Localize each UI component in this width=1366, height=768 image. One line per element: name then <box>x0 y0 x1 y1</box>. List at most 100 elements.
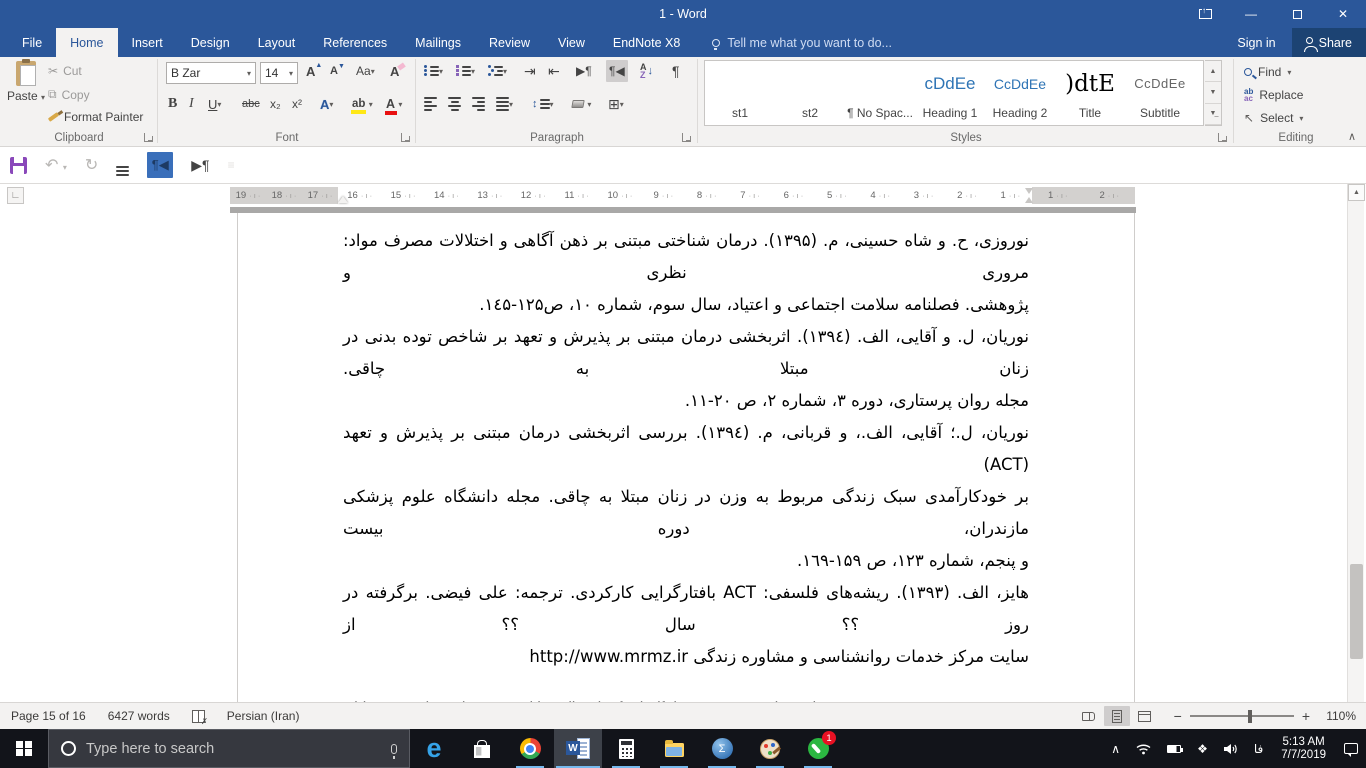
zoom-in-icon[interactable]: + <box>1302 708 1310 724</box>
save-icon[interactable] <box>10 157 27 174</box>
scrollbar-thumb[interactable] <box>1350 564 1363 659</box>
paragraph-dialog-launcher-icon[interactable] <box>682 133 691 142</box>
undo-icon[interactable]: ↶ ▾ <box>45 155 67 175</box>
style-subtitle[interactable]: CcDdEeSubtitle <box>1125 61 1195 125</box>
page-indicator[interactable]: Page 15 of 16 <box>0 709 97 723</box>
tab-design[interactable]: Design <box>177 28 244 57</box>
reference-line[interactable]: سایت مرکز خدمات روانشناسی و مشاوره زندگی… <box>343 641 1029 673</box>
dropbox-icon[interactable]: ❖ <box>1189 729 1216 768</box>
borders-icon[interactable]: ⊞ ▾ <box>608 93 624 115</box>
multilevel-list-icon[interactable]: ▾ <box>488 60 507 82</box>
numbering-icon[interactable]: ▾ <box>456 60 475 82</box>
tab-file[interactable]: File <box>8 28 56 57</box>
format-painter-button[interactable]: Format Painter <box>48 110 143 124</box>
tray-language-indicator[interactable]: فا <box>1246 729 1271 768</box>
bullets-icon[interactable]: ▾ <box>424 60 443 82</box>
change-case-icon[interactable]: Aa ▾ <box>356 60 375 82</box>
style-scroll-up-icon[interactable]: ▲ <box>1205 61 1221 82</box>
underline-icon[interactable]: U ▾ <box>208 93 221 115</box>
sort-icon[interactable]: AZ↓ <box>640 60 653 82</box>
tab-layout[interactable]: Layout <box>244 28 310 57</box>
zoom-level[interactable]: 110% <box>1322 709 1356 723</box>
text-effects-icon[interactable]: A ▾ <box>320 93 333 115</box>
reference-line[interactable]: پژوهشی. فصلنامه سلامت اجتماعی و اعتیاد، … <box>343 289 1029 321</box>
indent-marker-right-icon[interactable] <box>1025 188 1034 203</box>
grow-font-icon[interactable]: A▲ <box>306 60 322 82</box>
style-heading-1[interactable]: cDdEeHeading 1 <box>915 61 985 125</box>
tell-me-box[interactable]: Tell me what you want to do... <box>712 28 892 57</box>
replace-button[interactable]: abacReplace <box>1244 88 1303 102</box>
read-mode-icon[interactable] <box>1076 706 1102 726</box>
reference-line[interactable]: مجله روان پرستاری، دوره ۳، شماره ۲، ص ۲۰… <box>343 385 1029 417</box>
reference-line[interactable]: نوریان، ل. و آقایی، الف. (۱۳۹٤). اثربخشی… <box>343 321 1029 385</box>
start-button[interactable] <box>0 729 48 768</box>
wifi-icon[interactable] <box>1128 729 1159 768</box>
restore-icon[interactable] <box>1274 0 1320 28</box>
paste-button[interactable]: Paste ▾ <box>6 61 46 131</box>
collapse-ribbon-icon[interactable]: ∧ <box>1348 130 1356 143</box>
show-paragraph-marks-icon[interactable]: ¶ <box>672 60 680 82</box>
ltr-direction-quick-icon[interactable]: ▶¶ <box>191 157 209 174</box>
vertical-scrollbar[interactable]: ▲ <box>1347 184 1364 702</box>
taskbar-word-icon[interactable]: W <box>554 729 602 768</box>
tab-view[interactable]: View <box>544 28 599 57</box>
reference-line[interactable]: نوریان، ل.؛ آقایی، الف.، و قربانی، م. (۱… <box>343 417 1029 481</box>
word-count[interactable]: 6427 words <box>97 709 181 723</box>
find-button[interactable]: Find▾ <box>1244 65 1291 79</box>
style-heading-2[interactable]: CcDdEeHeading 2 <box>985 61 1055 125</box>
shading-icon[interactable]: ▾ <box>572 93 591 115</box>
ltr-text-direction-icon[interactable]: ▶¶ <box>576 60 592 82</box>
line-spacing-icon[interactable]: ↕▾ <box>532 93 554 115</box>
style-no-spac[interactable]: ¶ No Spac... <box>845 61 915 125</box>
ribbon-display-options-icon[interactable] <box>1182 0 1228 28</box>
style-scroll-down-icon[interactable]: ▼ <box>1205 82 1221 103</box>
taskbar-whatsapp-icon[interactable]: 1 <box>794 729 842 768</box>
tab-mailings[interactable]: Mailings <box>401 28 475 57</box>
microphone-icon[interactable] <box>391 744 397 754</box>
bold-icon[interactable]: B <box>168 93 177 115</box>
select-button[interactable]: ↖Select▾ <box>1244 111 1303 125</box>
decrease-indent-icon[interactable]: ⇥ <box>524 60 536 82</box>
strikethrough-icon[interactable]: abc <box>242 93 260 115</box>
minimize-icon[interactable]: — <box>1228 0 1274 28</box>
cut-button[interactable]: ✂Cut <box>48 64 82 78</box>
italic-icon[interactable]: I <box>189 93 194 115</box>
superscript-icon[interactable]: x² <box>292 93 302 115</box>
taskbar-edge-icon[interactable]: e <box>410 729 458 768</box>
taskbar-store-icon[interactable] <box>458 729 506 768</box>
style-st2[interactable]: st2 <box>775 61 845 125</box>
tab-endnote-x8[interactable]: EndNote X8 <box>599 28 694 57</box>
horizontal-ruler[interactable]: 19· ı ·18· ı ·17· ı · 16· ı ·15· ı ·14· … <box>230 187 1135 204</box>
shrink-font-icon[interactable]: A▼ <box>330 60 345 82</box>
close-icon[interactable]: ✕ <box>1320 0 1366 28</box>
styles-dialog-launcher-icon[interactable] <box>1218 133 1227 142</box>
taskbar-search-input[interactable]: Type here to search <box>48 729 410 768</box>
font-size-combo[interactable]: 14▾ <box>260 62 298 84</box>
reference-line[interactable]: هایز، الف. (۱۳۹۳). ریشه‌های فلسفی: ACT ب… <box>343 577 1029 641</box>
qat-more-icon[interactable]: ≡ <box>228 158 235 172</box>
align-center-icon[interactable] <box>448 93 461 115</box>
action-center-icon[interactable] <box>1336 729 1366 768</box>
reference-line[interactable]: بر خودکارآمدی سبک زندگی مربوط به وزن در … <box>343 481 1029 545</box>
web-layout-icon[interactable] <box>1132 706 1158 726</box>
tab-review[interactable]: Review <box>475 28 544 57</box>
indent-marker-left-icon[interactable] <box>338 196 348 203</box>
tray-chevron-up-icon[interactable]: ∧ <box>1103 729 1128 768</box>
taskbar-chrome-icon[interactable] <box>506 729 554 768</box>
taskbar-file-explorer-icon[interactable] <box>650 729 698 768</box>
proofing-status-icon[interactable] <box>181 710 216 723</box>
increase-indent-icon[interactable]: ⇤ <box>548 60 560 82</box>
sign-in-button[interactable]: Sign in <box>1221 28 1291 57</box>
rtl-text-direction-icon[interactable]: ¶◀ <box>606 60 628 82</box>
zoom-slider-thumb[interactable] <box>1248 710 1253 723</box>
justify-icon[interactable]: ▾ <box>496 93 513 115</box>
tab-home[interactable]: Home <box>56 28 117 57</box>
style-gallery-more-icon[interactable]: ▼̲ <box>1205 104 1221 125</box>
redo-icon[interactable]: ↻ <box>85 155 98 175</box>
subscript-icon[interactable]: x₂ <box>270 93 281 115</box>
clipboard-dialog-launcher-icon[interactable] <box>144 133 153 142</box>
taskbar-spss-icon[interactable]: Σ <box>698 729 746 768</box>
zoom-out-icon[interactable]: − <box>1174 708 1182 724</box>
tab-selector-icon[interactable]: ∟ <box>7 187 24 204</box>
clear-formatting-icon[interactable]: A <box>390 60 399 82</box>
